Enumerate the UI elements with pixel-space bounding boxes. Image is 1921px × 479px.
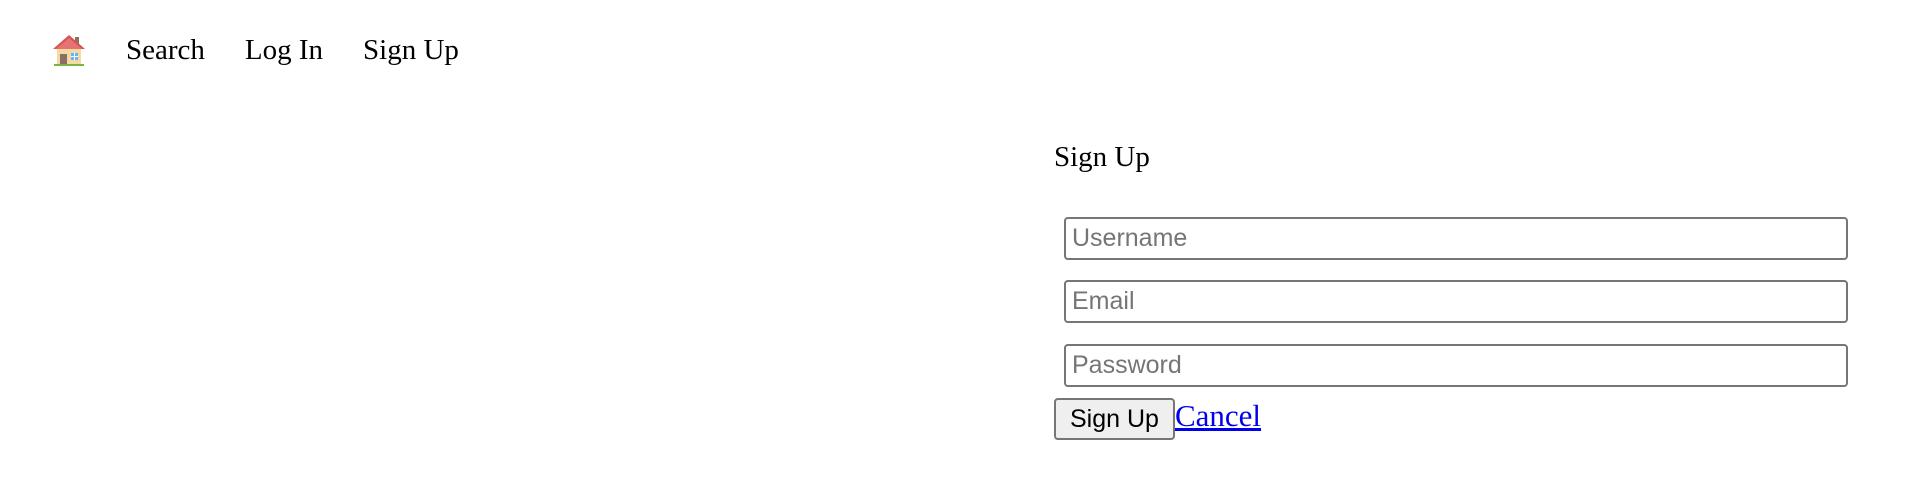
top-navigation: Search Log In Sign Up bbox=[52, 28, 499, 72]
username-input[interactable] bbox=[1064, 217, 1848, 260]
home-icon[interactable] bbox=[52, 33, 86, 67]
form-title: Sign Up bbox=[1054, 141, 1150, 173]
signup-submit-button[interactable]: Sign Up bbox=[1054, 398, 1175, 440]
nav-search-link[interactable]: Search bbox=[126, 28, 205, 72]
nav-signup-link[interactable]: Sign Up bbox=[363, 28, 459, 72]
email-input[interactable] bbox=[1064, 280, 1848, 323]
nav-login-link[interactable]: Log In bbox=[245, 28, 323, 72]
signup-form: Sign Up Sign Up Cancel bbox=[1054, 140, 1854, 440]
password-input[interactable] bbox=[1064, 344, 1848, 387]
cancel-link[interactable]: Cancel bbox=[1175, 398, 1261, 434]
form-actions: Sign Up Cancel bbox=[1054, 398, 1261, 440]
